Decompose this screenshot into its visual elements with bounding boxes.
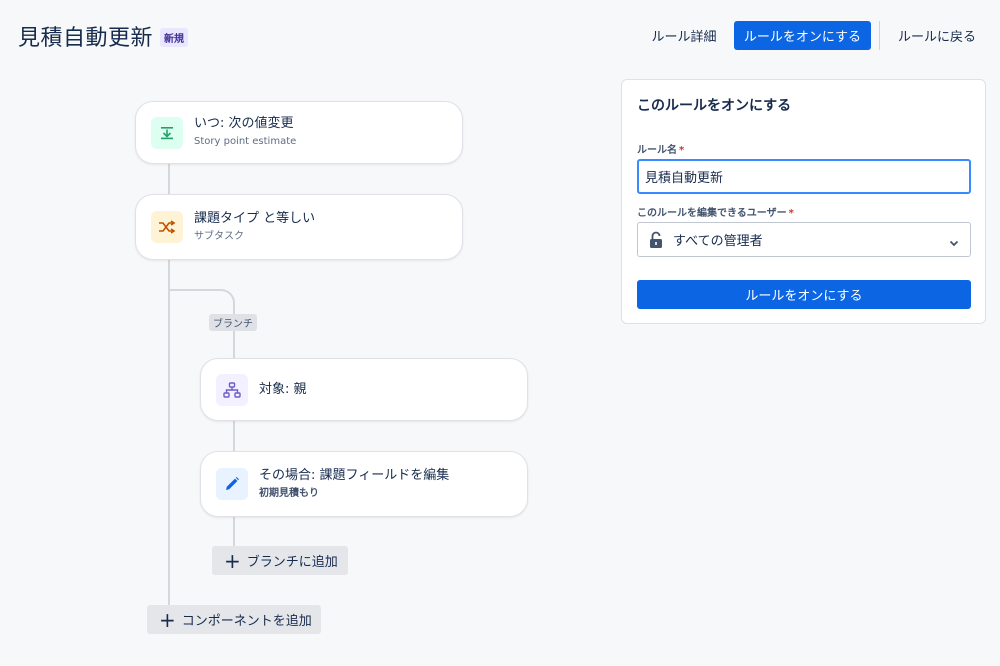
editors-select[interactable]: すべての管理者 [637, 222, 971, 257]
action-card[interactable]: その場合: 課題フィールドを編集 初期見積もり [200, 451, 528, 517]
branch-title: 対象: 親 [259, 381, 307, 397]
enable-rule-button[interactable]: ルールをオンにする [734, 21, 871, 50]
unlock-icon [649, 231, 663, 253]
required-marker: * [679, 145, 685, 156]
condition-title: 課題タイプ と等しい [194, 210, 316, 226]
condition-subtitle: サブタスク [194, 230, 244, 242]
editors-label: このルールを編集できるユーザー * [637, 208, 794, 219]
shuffle-icon [151, 211, 183, 243]
rule-name-label: ルール名 * [637, 145, 685, 156]
back-to-rules-button[interactable]: ルールに戻る [888, 21, 986, 50]
rule-name-input[interactable] [637, 159, 971, 194]
add-component-button[interactable]: + コンポーネントを追加 [147, 605, 321, 634]
add-to-branch-label: ブランチに追加 [246, 555, 338, 570]
nav-divider [879, 21, 880, 50]
branch-card[interactable]: 対象: 親 [200, 358, 528, 421]
action-subtitle: 初期見積もり [259, 487, 319, 499]
required-marker: * [788, 208, 794, 219]
panel-title: このルールをオンにする [637, 98, 792, 114]
branch-label: ブランチ [209, 314, 257, 331]
trigger-subtitle: Story point estimate [194, 136, 297, 147]
plus-icon: + [224, 548, 241, 573]
pencil-icon [216, 468, 248, 500]
chevron-down-icon [948, 234, 960, 253]
action-title: その場合: 課題フィールドを編集 [259, 467, 450, 483]
plus-icon: + [159, 607, 176, 632]
trigger-title: いつ: 次の値変更 [194, 116, 294, 131]
trigger-card[interactable]: いつ: 次の値変更 Story point estimate [135, 101, 463, 164]
add-component-label: コンポーネントを追加 [181, 614, 312, 629]
add-to-branch-button[interactable]: + ブランチに追加 [212, 546, 348, 575]
rule-details-button[interactable]: ルール詳細 [642, 21, 726, 50]
field-change-icon [151, 116, 183, 149]
condition-card[interactable]: 課題タイプ と等しい サブタスク [135, 194, 463, 260]
hierarchy-icon [216, 373, 248, 406]
enable-rule-submit-button[interactable]: ルールをオンにする [637, 280, 971, 309]
top-nav: ルール詳細 ルールをオンにする ルールに戻る [0, 21, 1000, 50]
editors-value: すべての管理者 [673, 234, 763, 249]
enable-rule-panel: このルールをオンにする ルール名* このルールを編集できるユーザー* すべての管… [621, 79, 986, 324]
